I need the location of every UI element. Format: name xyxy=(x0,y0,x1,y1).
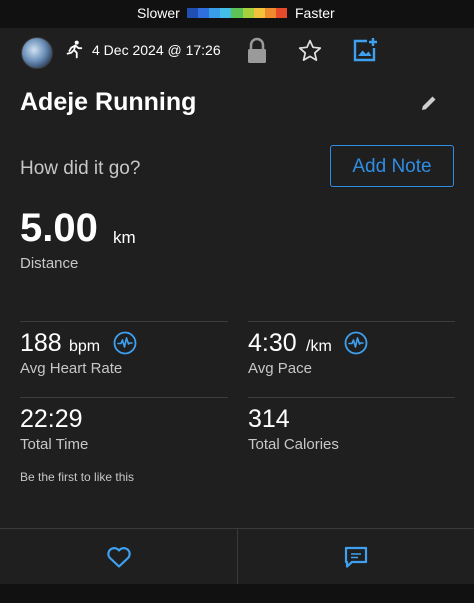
legend-color-swatch xyxy=(187,8,199,18)
heart-rate-unit: bpm xyxy=(69,338,101,355)
action-bar xyxy=(0,528,474,585)
running-icon xyxy=(66,40,83,59)
pace-value: 4:30 xyxy=(248,329,297,357)
add-note-button[interactable]: Add Note xyxy=(330,145,454,187)
how-did-it-go-prompt: How did it go? xyxy=(20,158,141,179)
pace-legend: Slower Faster xyxy=(0,0,474,28)
add-photo-icon[interactable] xyxy=(351,36,379,64)
heart-rate-value: 188 xyxy=(20,329,62,357)
divider xyxy=(20,321,228,322)
legend-color-swatch xyxy=(231,8,243,18)
distance-unit: km xyxy=(113,228,136,247)
legend-faster-label: Faster xyxy=(295,5,335,21)
comment-button[interactable] xyxy=(238,529,474,585)
bottom-strip xyxy=(0,584,474,603)
activity-title: Adeje Running xyxy=(20,88,197,116)
pulse-icon[interactable] xyxy=(344,331,368,355)
total-time-value: 22:29 xyxy=(20,405,83,433)
legend-color-swatch xyxy=(209,8,221,18)
total-time-label: Total Time xyxy=(20,436,89,453)
comment-icon xyxy=(344,546,368,568)
legend-color-swatch xyxy=(253,8,265,18)
likes-text: Be the first to like this xyxy=(20,470,135,484)
heart-rate-label: Avg Heart Rate xyxy=(20,360,123,377)
distance-value: 5.00 xyxy=(20,206,98,250)
total-calories-value: 314 xyxy=(248,405,290,433)
legend-color-swatch xyxy=(275,8,287,18)
legend-color-swatch xyxy=(198,8,210,18)
pace-label: Avg Pace xyxy=(248,360,312,377)
heart-icon xyxy=(106,547,131,568)
like-button[interactable] xyxy=(0,529,237,585)
divider xyxy=(248,397,455,398)
total-calories-label: Total Calories xyxy=(248,436,339,453)
distance-label: Distance xyxy=(20,255,79,272)
avatar[interactable] xyxy=(21,37,53,69)
pace-unit: /km xyxy=(306,338,332,355)
divider xyxy=(248,321,455,322)
legend-color-swatch xyxy=(220,8,232,18)
divider xyxy=(20,397,228,398)
pulse-icon[interactable] xyxy=(113,331,137,355)
pencil-icon[interactable] xyxy=(419,93,439,113)
legend-color-swatch xyxy=(242,8,254,18)
legend-color-swatch xyxy=(264,8,276,18)
star-icon[interactable] xyxy=(297,38,323,64)
activity-date: 4 Dec 2024 @ 17:26 xyxy=(92,42,221,58)
lock-icon[interactable] xyxy=(245,37,269,65)
pace-color-scale xyxy=(187,8,287,18)
legend-slower-label: Slower xyxy=(137,5,180,21)
